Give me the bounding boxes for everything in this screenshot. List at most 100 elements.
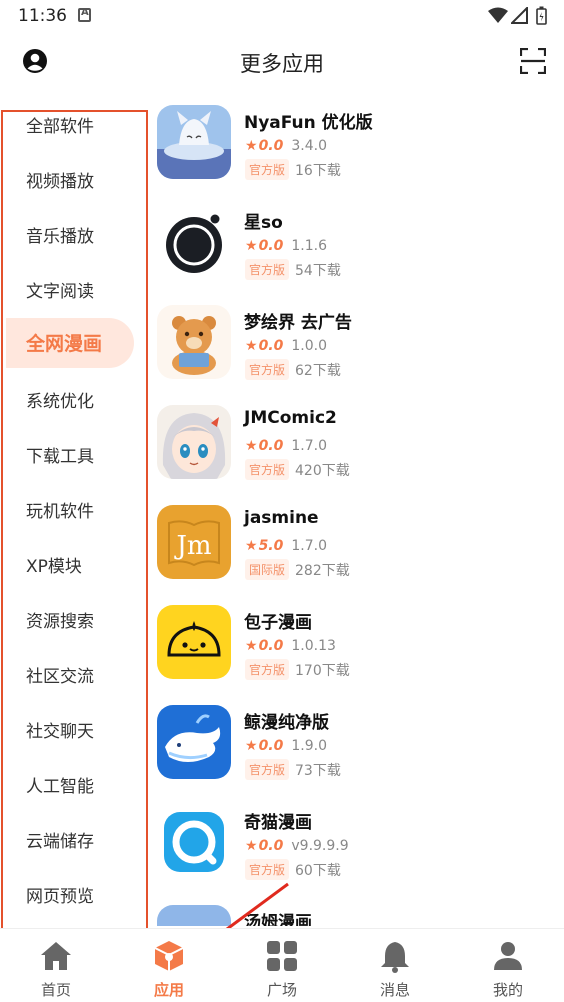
app-version: 1.7.0: [291, 438, 327, 454]
app-row[interactable]: Jm jasmine ★5.0 1.7.0 国际版 282下载: [150, 500, 564, 600]
app-version: 1.1.6: [291, 238, 327, 254]
edition-badge: 官方版: [245, 359, 290, 380]
home-icon: [41, 942, 71, 970]
sidebar-item-label: 社交聊天: [26, 722, 94, 742]
status-time: 11:36: [18, 6, 67, 26]
app-rating: 0.0: [258, 838, 284, 854]
sidebar-item-label: 云端储存: [26, 832, 94, 852]
sidebar-item-video[interactable]: 视频播放: [3, 155, 146, 205]
app-row[interactable]: 梦绘界 去广告 ★0.0 1.0.0 官方版 62下载: [150, 300, 564, 400]
sidebar-item-label: 下载工具: [26, 447, 94, 467]
app-list: NyaFun 优化版 ★0.0 3.4.0 官方版 16下载 星so ★0.0 1.1…: [150, 100, 564, 926]
sidebar-item-all-software[interactable]: 全部软件: [3, 112, 146, 150]
grid-icon: [267, 941, 297, 971]
app-name: NyaFun 优化版: [244, 113, 373, 133]
download-count: 73下载: [295, 762, 341, 779]
rating-row: ★0.0 3.4.0: [245, 135, 327, 155]
sidebar-item-ai[interactable]: 人工智能: [3, 760, 146, 810]
app-name: 鲸漫纯净版: [244, 713, 329, 733]
sidebar-item-label: 玩机软件: [26, 502, 94, 522]
sidebar-item-label: 网页预览: [26, 887, 94, 907]
app-name: JMComic2: [244, 408, 337, 428]
sidebar-item-label: 社区交流: [26, 667, 94, 687]
app-row[interactable]: 星so ★0.0 1.1.6 官方版 54下载: [150, 200, 564, 300]
sidebar-item-download-tools[interactable]: 下载工具: [3, 430, 146, 480]
rating-row: ★5.0 1.7.0: [245, 535, 327, 555]
app-rating: 0.0: [258, 138, 284, 154]
edition-badge: 官方版: [245, 859, 290, 880]
star-icon: ★: [245, 138, 258, 154]
battery-icon: [536, 6, 547, 25]
app-name: 星so: [244, 213, 283, 233]
notification-icon: [78, 7, 91, 22]
sidebar-item-comics[interactable]: 全网漫画: [3, 318, 146, 368]
sidebar-item-system[interactable]: 系统优化: [3, 375, 146, 425]
meta-row: 官方版 62下载: [245, 359, 341, 381]
app-name: 奇猫漫画: [244, 813, 312, 833]
meta-row: 官方版 16下载: [245, 159, 341, 181]
nav-item-apps[interactable]: 应用: [113, 929, 225, 1002]
bottom-nav: 首页 应用 广场 消息 我的: [0, 928, 564, 1002]
meta-row: 官方版 73下载: [245, 759, 341, 781]
status-bar: 11:36: [0, 0, 564, 32]
edition-badge: 官方版: [245, 259, 290, 280]
sidebar-item-resource-search[interactable]: 资源搜索: [3, 595, 146, 645]
rating-row: ★0.0 1.0.13: [245, 635, 336, 655]
app-name: jasmine: [244, 508, 319, 528]
sidebar-item-xp-modules[interactable]: XP模块: [3, 540, 146, 590]
app-row[interactable]: NyaFun 优化版 ★0.0 3.4.0 官方版 16下载: [150, 100, 564, 200]
app-icon-xingso: [157, 205, 231, 279]
app-icon-jmcomic: [157, 405, 231, 479]
app-row[interactable]: 鲸漫纯净版 ★0.0 1.9.0 官方版 73下载: [150, 700, 564, 800]
app-icon-menghuijie: [157, 305, 231, 379]
sidebar-item-label: 文字阅读: [26, 282, 94, 302]
rating-row: ★0.0 1.0.0: [245, 335, 327, 355]
download-count: 170下载: [295, 662, 350, 679]
sidebar-item-social-chat[interactable]: 社交聊天: [3, 705, 146, 755]
nav-label: 应用: [153, 981, 184, 999]
sidebar-item-label: 视频播放: [26, 172, 94, 192]
download-count: 420下载: [295, 462, 350, 479]
nav-item-square[interactable]: 广场: [226, 929, 338, 1002]
sidebar-item-cloud-storage[interactable]: 云端储存: [3, 815, 146, 865]
app-row[interactable]: 包子漫画 ★0.0 1.0.13 官方版 170下载: [150, 600, 564, 700]
sidebar-item-label: 系统优化: [26, 392, 94, 412]
app-rating: 0.0: [258, 238, 284, 254]
app-version: 1.9.0: [291, 738, 327, 754]
sidebar-item-tinkering[interactable]: 玩机软件: [3, 485, 146, 535]
sidebar-item-label: 人工智能: [26, 777, 94, 797]
sidebar-item-web-preview[interactable]: 网页预览: [3, 870, 146, 920]
download-count: 54下载: [295, 262, 341, 279]
app-version: 1.7.0: [291, 538, 327, 554]
nav-label: 我的: [492, 981, 523, 999]
nav-item-home[interactable]: 首页: [0, 929, 112, 1002]
app-rating: 0.0: [258, 338, 284, 354]
meta-row: 国际版 282下载: [245, 559, 350, 581]
app-rating: 0.0: [258, 738, 284, 754]
nav-label: 消息: [379, 981, 410, 999]
category-sidebar: 全部软件 视频播放 音乐播放 文字阅读 全网漫画 系统优化 下载工具 玩机软件 …: [1, 110, 148, 930]
page-title: 更多应用: [240, 52, 324, 76]
sidebar-item-community[interactable]: 社区交流: [3, 650, 146, 700]
meta-row: 官方版 420下载: [245, 459, 350, 481]
edition-badge: 官方版: [245, 659, 290, 680]
app-icon-jingman: [157, 705, 231, 779]
app-name: 包子漫画: [244, 613, 312, 633]
app-version: 3.4.0: [291, 138, 327, 154]
nav-item-profile[interactable]: 我的: [452, 929, 564, 1002]
nav-label: 首页: [40, 981, 71, 999]
scan-icon[interactable]: [520, 48, 546, 74]
sidebar-item-music[interactable]: 音乐播放: [3, 210, 146, 260]
app-version: 1.0.13: [291, 638, 336, 654]
rating-row: ★0.0 1.9.0: [245, 735, 327, 755]
svg-text:Jm: Jm: [173, 531, 211, 561]
sidebar-item-reading[interactable]: 文字阅读: [3, 265, 146, 315]
app-row[interactable]: JMComic2 ★0.0 1.7.0 官方版 420下载: [150, 400, 564, 500]
edition-badge: 官方版: [245, 759, 290, 780]
bell-icon: [381, 942, 409, 973]
nav-item-messages[interactable]: 消息: [339, 929, 451, 1002]
person-icon: [494, 942, 522, 970]
app-version: v9.9.9.9: [291, 838, 349, 854]
rating-row: ★0.0 1.7.0: [245, 435, 327, 455]
apps-cube-icon: [154, 941, 184, 971]
